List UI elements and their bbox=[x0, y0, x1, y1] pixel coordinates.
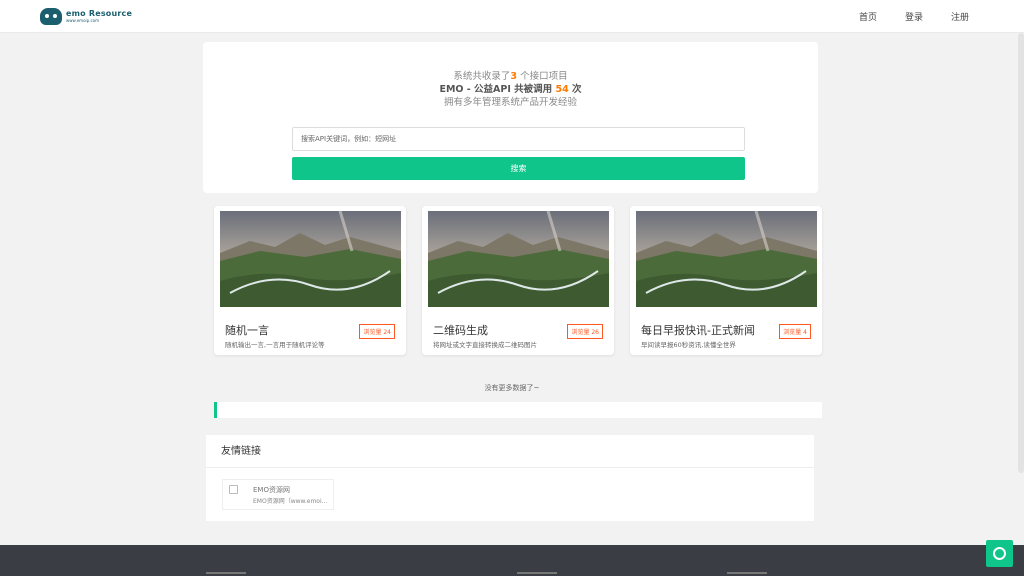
card-title: 随机一言 bbox=[225, 324, 269, 337]
view-count-badge: 浏览量 4 bbox=[779, 324, 811, 339]
page-scrollbar[interactable] bbox=[1018, 33, 1024, 473]
card-landscape-image bbox=[220, 211, 401, 307]
api-card-random-quote[interactable]: 随机一言 随机输出一言,一言用于随机评论等 浏览量 24 bbox=[214, 206, 406, 355]
friend-link-item[interactable]: EMO资源网 EMO资源网（www.emoip.com） bbox=[222, 479, 334, 510]
stats-line-experience: 拥有多年管理系统产品开发经验 bbox=[443, 97, 577, 108]
landscape-thumbnail bbox=[220, 211, 401, 307]
top-navbar: emo Resource www.emoip.com 首页 登录 注册 bbox=[0, 0, 1024, 33]
main-nav: 首页 登录 注册 bbox=[859, 0, 969, 33]
view-count-badge: 浏览量 26 bbox=[567, 324, 603, 339]
footer-column-heading bbox=[727, 572, 767, 574]
landscape-thumbnail bbox=[428, 211, 609, 307]
api-card-qrcode[interactable]: 二维码生成 将网址或文字直接转换成二维码图片 浏览量 26 bbox=[422, 206, 614, 355]
card-landscape-image bbox=[428, 211, 609, 307]
friend-link-name: EMO资源网 bbox=[253, 486, 290, 494]
landscape-thumbnail bbox=[636, 211, 817, 307]
view-count-badge: 浏览量 24 bbox=[359, 324, 395, 339]
card-title: 每日早报快讯-正式新闻 bbox=[641, 324, 755, 337]
card-title: 二维码生成 bbox=[433, 324, 488, 337]
nav-home-link[interactable]: 首页 bbox=[859, 10, 877, 23]
friend-links-panel: 友情链接 EMO资源网 EMO资源网（www.emoip.com） bbox=[206, 435, 814, 521]
logo-sub-text: www.emoip.com bbox=[66, 18, 99, 23]
friend-link-description: EMO资源网（www.emoip.com） bbox=[253, 498, 331, 505]
nav-login-link[interactable]: 登录 bbox=[905, 10, 923, 23]
card-description: 早间读早报60秒资讯,读懂全世界 bbox=[641, 341, 736, 349]
page-footer bbox=[0, 545, 1024, 576]
no-more-data-text: 没有更多数据了~ bbox=[484, 384, 540, 392]
nav-register-link[interactable]: 注册 bbox=[951, 10, 969, 23]
footer-column-heading bbox=[206, 572, 246, 574]
card-description: 将网址或文字直接转换成二维码图片 bbox=[433, 341, 537, 349]
card-description: 随机输出一言,一言用于随机评论等 bbox=[225, 341, 325, 349]
footer-column-heading bbox=[517, 572, 557, 574]
stats-line-calls: EMO - 公益API 共被调用 54 次 bbox=[203, 81, 818, 95]
search-panel: 系统共收录了3 个接口项目 EMO - 公益API 共被调用 54 次 拥有多年… bbox=[203, 42, 818, 193]
chat-bubble-icon bbox=[993, 547, 1006, 560]
friend-links-heading: 友情链接 bbox=[206, 435, 814, 468]
broken-image-icon bbox=[229, 485, 238, 494]
section-divider-bar bbox=[214, 402, 822, 418]
logo-text: emo Resource www.emoip.com bbox=[66, 9, 132, 24]
stats-line-projects: 系统共收录了3 个接口项目 bbox=[203, 68, 818, 82]
logo-mascot-icon bbox=[40, 8, 62, 25]
logo-main-text: emo Resource bbox=[66, 9, 133, 18]
api-card-daily-news[interactable]: 每日早报快讯-正式新闻 早间读早报60秒资讯,读懂全世界 浏览量 4 bbox=[630, 206, 822, 355]
chat-support-button[interactable] bbox=[986, 540, 1013, 567]
site-logo[interactable]: emo Resource www.emoip.com bbox=[40, 7, 134, 26]
card-landscape-image bbox=[636, 211, 817, 307]
api-search-input[interactable]: 搜索API关键词，例如：短网址 bbox=[292, 127, 745, 151]
search-button[interactable]: 搜索 bbox=[292, 157, 745, 180]
